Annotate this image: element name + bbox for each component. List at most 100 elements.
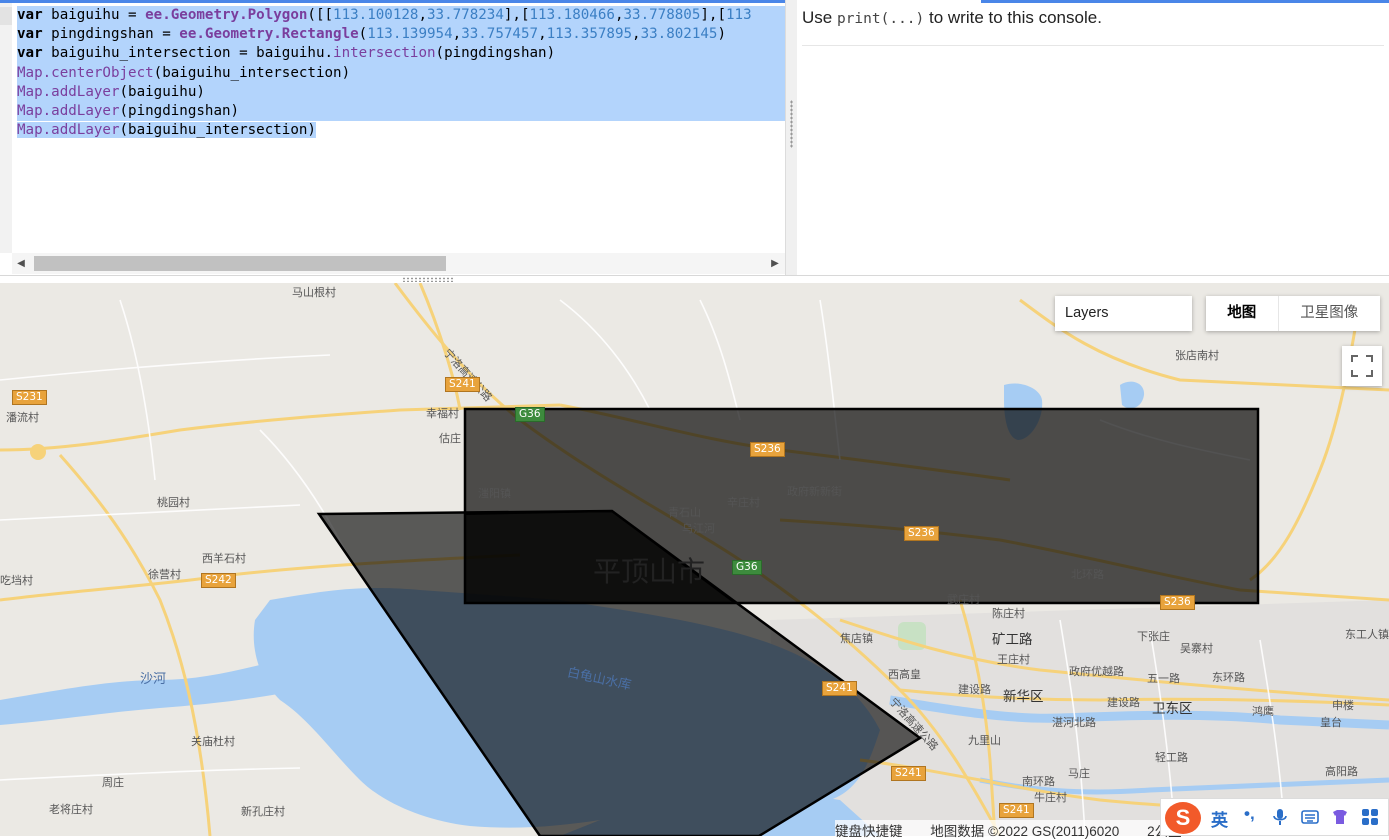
road-shield: S241: [999, 803, 1034, 818]
skin-icon[interactable]: [1331, 808, 1349, 826]
map-place-label: 估庄: [439, 430, 461, 446]
map-place-label: 五一路: [1147, 670, 1180, 686]
keyboard-icon[interactable]: [1301, 808, 1319, 826]
code-token: 113.100128: [333, 7, 418, 23]
scroll-right-icon[interactable]: ▶: [769, 256, 781, 271]
code-editor[interactable]: var baiguihu = ee.Geometry.Polygon([[113…: [0, 0, 785, 275]
map-place-label: 西高皇: [888, 666, 921, 682]
map-place-label: 九里山: [968, 732, 1001, 748]
fullscreen-button[interactable]: [1342, 346, 1382, 386]
map-place-label: 武庄村: [947, 591, 980, 607]
code-line[interactable]: Map.addLayer(baiguihu_intersection): [17, 121, 785, 140]
map-place-label: 新华区: [1003, 685, 1044, 705]
road-shield: S236: [904, 526, 939, 541]
code-token: (pingdingshan): [436, 45, 556, 61]
map-type-control[interactable]: 地图 卫星图像: [1206, 296, 1380, 331]
map-place-label: 鸿鹰: [1252, 703, 1274, 719]
code-token: ): [717, 26, 726, 42]
map-place-label: 陈庄村: [992, 605, 1025, 621]
code-token: Map.addLayer: [17, 84, 120, 100]
code-line[interactable]: Map.centerObject(baiguihu_intersection): [17, 64, 785, 83]
map-place-label: 辛庄村: [727, 494, 760, 510]
map-place-label: 桃园村: [157, 494, 190, 510]
sogou-logo-icon[interactable]: S: [1165, 802, 1201, 834]
map-place-label: 马庄: [1068, 765, 1090, 781]
map-place-label: 沙河: [140, 668, 166, 687]
code-token: var: [17, 7, 43, 23]
map-place-label: 青石山: [668, 504, 701, 520]
ime-toolbar[interactable]: S 英 •,: [1160, 798, 1389, 836]
maptype-satellite-button[interactable]: 卫星图像: [1279, 296, 1380, 331]
road-shield: S241: [445, 377, 480, 392]
code-token: ,: [538, 26, 547, 42]
top-pane: var baiguihu = ee.Geometry.Polygon([[113…: [0, 0, 1389, 276]
road-shield: S242: [201, 573, 236, 588]
console-panel: Use print(...) to write to this console.: [797, 0, 1389, 275]
map-place-label: 王庄村: [997, 651, 1030, 667]
console-msg-text: Use: [802, 8, 837, 27]
map-place-label: 马山根村: [292, 284, 336, 300]
code-token: 33.778234: [427, 7, 504, 23]
code-token: ,: [418, 7, 427, 23]
code-token: Map.addLayer: [17, 103, 120, 119]
map-place-label: 平顶山市: [593, 550, 705, 590]
road-shield: S241: [891, 766, 926, 781]
road-shield: S236: [1160, 595, 1195, 610]
code-text[interactable]: var baiguihu = ee.Geometry.Polygon([[113…: [17, 6, 785, 140]
map-place-label: 滍阳镇: [478, 485, 511, 501]
code-line[interactable]: var baiguihu = ee.Geometry.Polygon([[113…: [17, 6, 785, 25]
map-place-label: 焦店镇: [840, 630, 873, 646]
microphone-icon[interactable]: [1271, 808, 1289, 826]
map-place-label: 政府新新街: [787, 483, 842, 499]
ime-language-toggle[interactable]: 英: [1211, 806, 1228, 831]
scroll-left-icon[interactable]: ◀: [15, 256, 27, 271]
code-token: 113.357895: [547, 26, 632, 42]
console-msg-text-end: to write to this console.: [924, 8, 1102, 27]
code-token: ee.Geometry.Rectangle: [179, 26, 358, 42]
map-view[interactable]: 马山根村张店南村潘流村幸福村估庄滍阳镇桃园村青石山辛庄村政府新新街乌江河西羊石村…: [0, 283, 1389, 836]
map-place-label: 西羊石村: [202, 550, 246, 566]
road-shield: G36: [515, 407, 545, 422]
code-token: (baiguihu_intersection): [120, 122, 316, 138]
map-place-label: 轻工路: [1155, 749, 1188, 765]
map-place-label: 建设路: [958, 681, 991, 697]
map-place-label: 吴寨村: [1180, 640, 1213, 656]
layers-button[interactable]: Layers: [1055, 296, 1192, 331]
console-tab-indicator: [981, 0, 1389, 3]
code-token: 113: [726, 7, 752, 23]
code-token: intersection: [333, 45, 436, 61]
code-token: (: [359, 26, 368, 42]
code-token: var: [17, 26, 43, 42]
map-place-label: 高阳路: [1325, 763, 1358, 779]
map-data-text: 地图数据 ©2022 GS(2011)6020: [930, 824, 1119, 839]
code-line[interactable]: var baiguihu_intersection = baiguihu.int…: [17, 44, 785, 63]
map-place-label: 新孔庄村: [241, 803, 285, 819]
map-place-label: 东环路: [1212, 669, 1245, 685]
map-place-label: 政府优越路: [1069, 663, 1124, 679]
keyboard-shortcuts-link[interactable]: 键盘快捷键: [835, 824, 903, 839]
toolbox-icon[interactable]: [1361, 808, 1379, 826]
road-shield: G36: [732, 560, 762, 575]
code-line[interactable]: Map.addLayer(baiguihu): [17, 83, 785, 102]
console-message: Use print(...) to write to this console.: [802, 8, 1102, 28]
maptype-map-button[interactable]: 地图: [1206, 296, 1279, 331]
code-line[interactable]: var pingdingshan = ee.Geometry.Rectangle…: [17, 25, 785, 44]
code-line[interactable]: Map.addLayer(pingdingshan): [17, 102, 785, 121]
layers-label: Layers: [1065, 305, 1109, 321]
map-place-label: 张店南村: [1175, 347, 1219, 363]
ime-punctuation-toggle[interactable]: •,: [1244, 804, 1255, 824]
scrollbar-thumb[interactable]: [34, 256, 446, 271]
code-token: 33.757457: [461, 26, 538, 42]
code-token: ([[: [307, 7, 333, 23]
horizontal-scrollbar[interactable]: ◀ ▶: [12, 253, 785, 274]
map-place-label: 老将庄村: [49, 801, 93, 817]
map-place-label: 幸福村: [426, 405, 459, 421]
map-place-label: 乌江河: [682, 520, 715, 536]
road-shield: S236: [750, 442, 785, 457]
console-msg-code: print(...): [837, 11, 924, 27]
map-place-label: 建设路: [1107, 694, 1140, 710]
map-place-label: 矿工路: [992, 628, 1033, 648]
map-place-label: 东工人镇: [1345, 626, 1389, 642]
code-token: pingdingshan =: [43, 26, 180, 42]
horizontal-splitter[interactable]: [402, 277, 454, 282]
